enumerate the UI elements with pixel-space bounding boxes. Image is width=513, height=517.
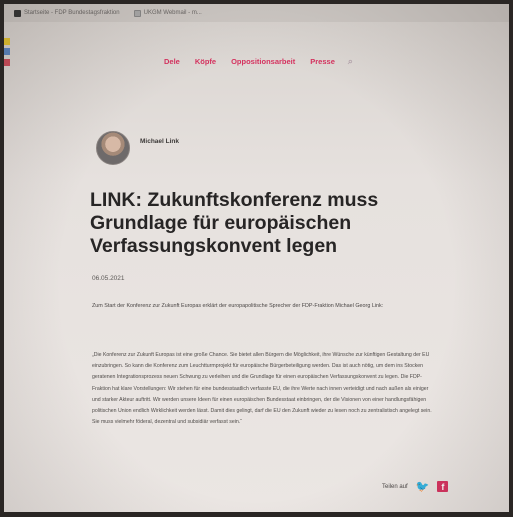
- article-date: 06.05.2021: [92, 275, 125, 282]
- search-icon[interactable]: ⌕: [348, 56, 353, 67]
- share-label: Teilen auf: [382, 483, 408, 490]
- page-title: LINK: Zukunftskonferenz muss Grundlage f…: [90, 189, 379, 257]
- screen-vignette: [4, 4, 509, 512]
- facebook-icon[interactable]: f: [437, 481, 449, 492]
- article-body: „Die Konferenz zur Zukunft Europas ist e…: [92, 352, 432, 426]
- edge-red-strip: [4, 59, 10, 66]
- author-block: Michael Link: [96, 131, 179, 165]
- nav-item-oppositionsarbeit[interactable]: Oppositionsarbeit: [231, 57, 295, 66]
- bookmark-item[interactable]: UKGM Webmail - m...: [133, 9, 202, 17]
- bookmark-item[interactable]: Startseite - FDP Bundestagsfraktion: [14, 9, 120, 17]
- share-bar: Teilen auf 🐦 f: [382, 480, 449, 493]
- nav-item-koepfe[interactable]: Köpfe: [195, 57, 216, 66]
- bookmark-label: UKGM Webmail - m...: [143, 10, 202, 16]
- nav-item-ziele[interactable]: Dele: [164, 57, 180, 66]
- edge-yellow-strip: [4, 38, 10, 45]
- article-lead: Zum Start der Konferenz zur Zukunft Euro…: [92, 303, 384, 309]
- page-favicon-icon: [133, 9, 141, 17]
- bookmarks-bar: Startseite - FDP Bundestagsfraktion UKGM…: [4, 4, 509, 22]
- author-name[interactable]: Michael Link: [140, 138, 179, 145]
- nav-item-presse[interactable]: Presse: [310, 57, 335, 66]
- bookmark-label: Startseite - FDP Bundestagsfraktion: [24, 10, 120, 16]
- browser-window: Startseite - FDP Bundestagsfraktion UKGM…: [4, 4, 509, 512]
- edge-blue-strip: [4, 48, 10, 55]
- twitter-icon[interactable]: 🐦: [416, 480, 430, 493]
- main-nav: Dele Köpfe Oppositionsarbeit Presse ⌕: [164, 56, 353, 67]
- avatar[interactable]: [96, 131, 130, 165]
- site-favicon-icon: [14, 9, 21, 17]
